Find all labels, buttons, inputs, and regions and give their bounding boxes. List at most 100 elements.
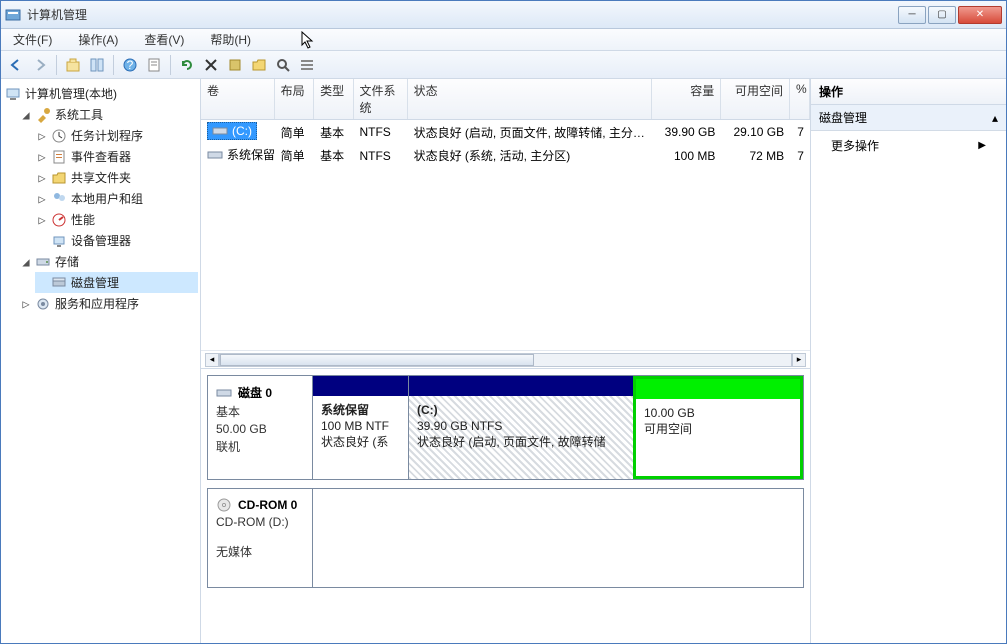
tree-system-tools-label: 系统工具 — [55, 106, 103, 123]
partition-name: (C:) — [417, 402, 625, 418]
cdrom-state: 无媒体 — [216, 543, 304, 560]
settings-icon[interactable] — [224, 54, 246, 76]
partitions: 系统保留 100 MB NTF 状态良好 (系 (C:) 39.90 GB NT… — [313, 376, 803, 479]
tree-root[interactable]: 计算机管理(本地) — [3, 83, 198, 104]
tree-event-viewer-label: 事件查看器 — [71, 148, 131, 165]
disk-row[interactable]: 磁盘 0 基本 50.00 GB 联机 系统保留 100 MB NTF 状态良好… — [207, 375, 804, 480]
expand-icon[interactable]: ▷ — [37, 150, 47, 164]
menu-view[interactable]: 查看(V) — [138, 29, 190, 50]
menu-help[interactable]: 帮助(H) — [204, 29, 257, 50]
close-button[interactable]: ✕ — [958, 6, 1002, 24]
blank-expander — [37, 234, 47, 248]
actions-more[interactable]: 更多操作 ▶ — [811, 131, 1006, 160]
volume-capacity: 100 MB — [653, 147, 722, 165]
collapse-up-icon: ▴ — [992, 111, 998, 125]
maximize-button[interactable]: ▢ — [928, 6, 956, 24]
up-button[interactable] — [62, 54, 84, 76]
tree-local-users[interactable]: ▷本地用户和组 — [35, 188, 198, 209]
search-icon[interactable] — [272, 54, 294, 76]
collapse-icon[interactable]: ◢ — [21, 255, 31, 269]
cdrom-drive: CD-ROM (D:) — [216, 515, 304, 529]
tree-storage-label: 存储 — [55, 253, 79, 270]
cursor-icon — [301, 31, 315, 49]
disk-title-text: 磁盘 0 — [238, 384, 272, 401]
tree-event-viewer[interactable]: ▷ 事件查看器 — [35, 146, 198, 167]
tree-disk-management[interactable]: 磁盘管理 — [35, 272, 198, 293]
expand-icon[interactable]: ▷ — [37, 129, 47, 143]
expand-icon[interactable]: ▷ — [37, 192, 47, 206]
drive-icon — [212, 123, 228, 139]
column-pct[interactable]: % — [790, 79, 810, 119]
disk-info: 磁盘 0 基本 50.00 GB 联机 — [208, 376, 313, 479]
tree-services-apps[interactable]: ▷ 服务和应用程序 — [19, 293, 198, 314]
partition-label: 可用空间 — [644, 421, 792, 437]
minimize-button[interactable]: ─ — [898, 6, 926, 24]
expand-icon[interactable]: ▷ — [37, 171, 47, 185]
scroll-left-icon[interactable]: ◂ — [205, 353, 219, 367]
event-icon — [51, 149, 67, 165]
expand-icon[interactable]: ▷ — [37, 213, 47, 227]
volume-name: (C:) — [232, 124, 252, 138]
services-icon — [35, 296, 51, 312]
column-status[interactable]: 状态 — [408, 79, 653, 119]
column-free[interactable]: 可用空间 — [721, 79, 790, 119]
disk-size: 50.00 GB — [216, 422, 304, 436]
scroll-thumb[interactable] — [220, 354, 534, 366]
column-filesystem[interactable]: 文件系统 — [354, 79, 408, 119]
disk-icon — [216, 385, 232, 401]
volume-layout: 简单 — [275, 145, 314, 166]
cd-icon — [216, 497, 232, 513]
properties-button[interactable] — [143, 54, 165, 76]
list-icon[interactable] — [296, 54, 318, 76]
column-capacity[interactable]: 容量 — [652, 79, 721, 119]
help-button[interactable]: ? — [119, 54, 141, 76]
forward-button[interactable] — [29, 54, 51, 76]
tree-storage[interactable]: ◢ 存储 — [19, 251, 198, 272]
partition-system-reserved[interactable]: 系统保留 100 MB NTF 状态良好 (系 — [313, 376, 408, 479]
partition-size: 100 MB NTF — [321, 418, 400, 434]
delete-button[interactable] — [200, 54, 222, 76]
chevron-right-icon: ▶ — [978, 140, 986, 151]
volume-list: 卷 布局 类型 文件系统 状态 容量 可用空间 % (C:) 简单 基本 NTF… — [201, 79, 810, 369]
tree-task-scheduler[interactable]: ▷任务计划程序 — [35, 125, 198, 146]
tree-shared-folders[interactable]: ▷ 共享文件夹 — [35, 167, 198, 188]
disk-graphical-pane: 磁盘 0 基本 50.00 GB 联机 系统保留 100 MB NTF 状态良好… — [201, 369, 810, 643]
actions-section[interactable]: 磁盘管理 ▴ — [811, 105, 1006, 131]
volume-layout: 简单 — [275, 122, 314, 143]
toolbar: ? — [1, 51, 1006, 79]
scroll-track[interactable] — [219, 353, 792, 367]
volume-list-header: 卷 布局 类型 文件系统 状态 容量 可用空间 % — [201, 79, 810, 120]
column-layout[interactable]: 布局 — [275, 79, 314, 119]
folder-icon[interactable] — [248, 54, 270, 76]
scroll-right-icon[interactable]: ▸ — [792, 353, 806, 367]
partition-free[interactable]: 10.00 GB 可用空间 — [633, 376, 803, 479]
computer-icon — [5, 86, 21, 102]
cdrom-title: CD-ROM 0 — [238, 498, 297, 512]
cdrom-row[interactable]: CD-ROM 0 CD-ROM (D:) 无媒体 — [207, 488, 804, 588]
expand-icon[interactable]: ▷ — [21, 297, 31, 311]
tree-services-apps-label: 服务和应用程序 — [55, 295, 139, 312]
column-type[interactable]: 类型 — [314, 79, 353, 119]
tree-system-tools[interactable]: ◢ 系统工具 — [19, 104, 198, 125]
tree-device-manager[interactable]: 设备管理器 — [35, 230, 198, 251]
column-volume[interactable]: 卷 — [201, 79, 275, 119]
toolbar-separator — [113, 55, 114, 75]
refresh-button[interactable] — [176, 54, 198, 76]
menu-action[interactable]: 操作(A) — [72, 29, 124, 50]
window-title: 计算机管理 — [27, 6, 898, 23]
tree-shared-folders-label: 共享文件夹 — [71, 169, 131, 186]
collapse-icon[interactable]: ◢ — [21, 108, 31, 122]
tree-performance[interactable]: ▷性能 — [35, 209, 198, 230]
back-button[interactable] — [5, 54, 27, 76]
main-area: 计算机管理(本地) ◢ 系统工具 ▷任务计划程序 ▷ 事件查看器 ▷ 共享文件夹 ▷… — [1, 79, 1006, 643]
partition-bar — [409, 376, 633, 396]
volume-row[interactable]: (C:) 简单 基本 NTFS 状态良好 (启动, 页面文件, 故障转储, 主分… — [201, 120, 810, 144]
volume-capacity: 39.90 GB — [653, 123, 722, 141]
disk-icon — [51, 275, 67, 291]
blank-expander — [37, 276, 47, 290]
show-hide-console-button[interactable] — [86, 54, 108, 76]
horizontal-scrollbar[interactable]: ◂ ▸ — [201, 350, 810, 368]
menu-file[interactable]: 文件(F) — [7, 29, 58, 50]
volume-row[interactable]: 系统保留 简单 基本 NTFS 状态良好 (系统, 活动, 主分区) 100 M… — [201, 144, 810, 168]
partition-c[interactable]: (C:) 39.90 GB NTFS 状态良好 (启动, 页面文件, 故障转储 — [408, 376, 633, 479]
